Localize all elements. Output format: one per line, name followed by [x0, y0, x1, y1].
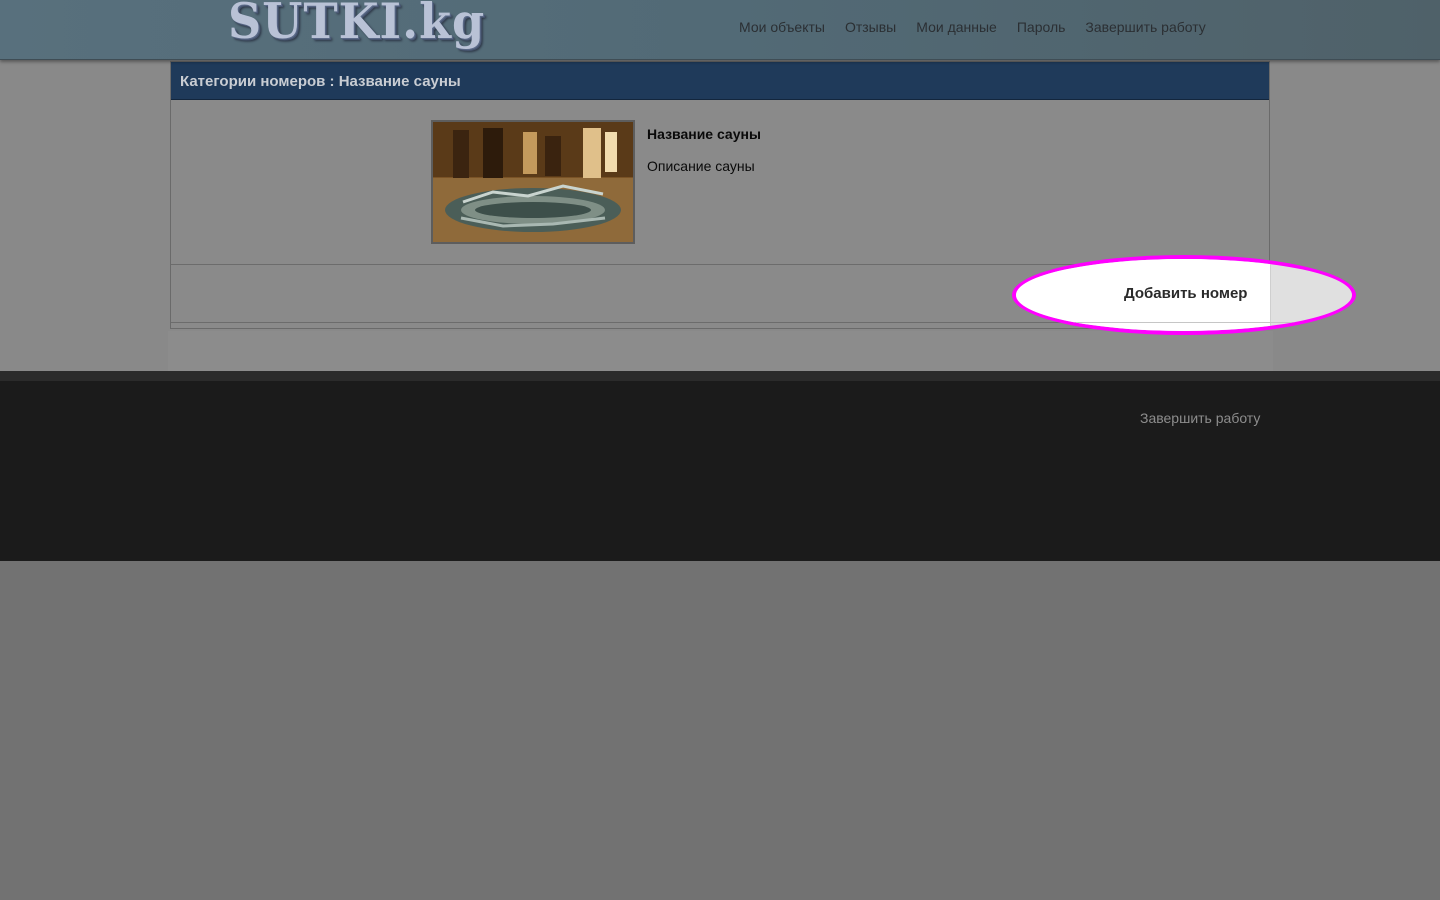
nav-my-objects[interactable]: Мои объекты	[739, 19, 825, 35]
panel-header: Категории номеров : Название сауны	[171, 62, 1269, 100]
nav-logout[interactable]: Завершить работу	[1085, 19, 1205, 35]
site-header: SUTKI.kg Мои объекты Отзывы Мои данные П…	[0, 0, 1440, 60]
nav-password[interactable]: Пароль	[1017, 19, 1066, 35]
nav-my-data[interactable]: Мои данные	[916, 19, 997, 35]
add-room-highlight[interactable]: Добавить номер	[1012, 255, 1356, 335]
add-room-button[interactable]: Добавить номер	[1124, 285, 1247, 302]
panel-title: Категории номеров : Название сауны	[180, 73, 461, 90]
footer-logout-link[interactable]: Завершить работу	[1140, 410, 1260, 426]
footer-border	[0, 371, 1440, 381]
site-logo[interactable]: SUTKI.kg	[228, 0, 485, 49]
sauna-name[interactable]: Название сауны	[647, 126, 761, 142]
sauna-photo[interactable]	[431, 120, 635, 244]
row-divider	[1016, 322, 1352, 323]
top-nav: Мои объекты Отзывы Мои данные Пароль Зав…	[739, 19, 1226, 35]
panel-edge-line	[1270, 259, 1271, 331]
nav-reviews[interactable]: Отзывы	[845, 19, 896, 35]
sauna-description: Описание сауны	[647, 158, 755, 174]
site-footer: Завершить работу	[0, 381, 1440, 561]
sauna-photo-image	[433, 122, 633, 242]
content-footer-strip	[168, 331, 1273, 371]
